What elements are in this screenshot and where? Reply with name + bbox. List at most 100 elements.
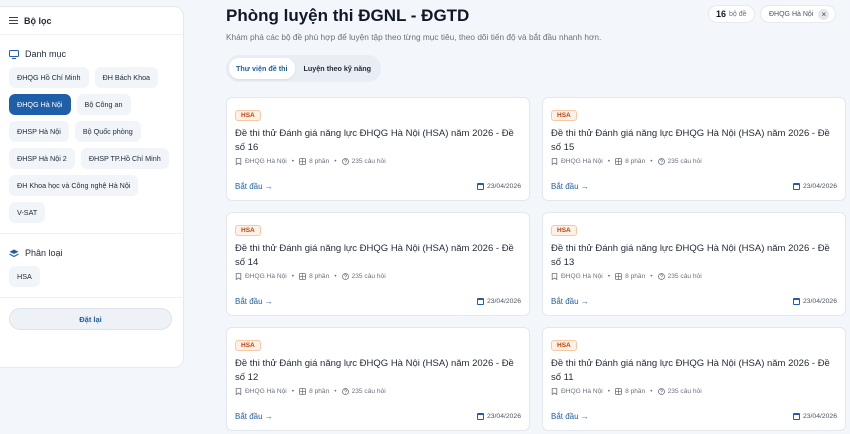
exam-title[interactable]: Đề thi thử Đánh giá năng lực ĐHQG Hà Nội… bbox=[235, 357, 521, 385]
exam-questions: 235 câu hỏi bbox=[351, 158, 386, 165]
exam-card[interactable]: HSA Đề thi thử Đánh giá năng lực ĐHQG Hà … bbox=[542, 327, 846, 431]
exam-card[interactable]: HSA Đề thi thử Đánh giá năng lực ĐHQG Hà … bbox=[542, 212, 846, 316]
calendar-icon bbox=[476, 298, 484, 305]
grid-icon bbox=[615, 273, 622, 280]
classify-chip[interactable]: HSA bbox=[9, 266, 40, 287]
exam-date-value: 23/04/2026 bbox=[802, 183, 837, 190]
category-chip[interactable]: ĐHSP Hà Nội bbox=[9, 121, 69, 142]
card-footer: Bắt đầu → 23/04/2026 bbox=[235, 182, 521, 191]
meta-separator: • bbox=[291, 273, 295, 280]
bookmark-icon bbox=[235, 273, 242, 280]
category-chip[interactable]: V-SAT bbox=[9, 202, 46, 223]
classify-section-title: Phân loại bbox=[9, 248, 172, 258]
exam-date-value: 23/04/2026 bbox=[802, 413, 837, 420]
category-tag: HSA bbox=[235, 225, 261, 236]
start-link[interactable]: Bắt đầu → bbox=[235, 297, 273, 306]
card-footer: Bắt đầu → 23/04/2026 bbox=[551, 412, 837, 421]
bookmark-icon bbox=[235, 388, 242, 395]
exam-parts: 8 phần bbox=[309, 273, 330, 280]
category-tag: HSA bbox=[235, 340, 261, 351]
result-count-value: 16 bbox=[716, 9, 727, 19]
exam-org: ĐHQG Hà Nội bbox=[245, 158, 287, 165]
category-chip[interactable]: ĐH Khoa học và Công nghệ Hà Nội bbox=[9, 175, 139, 196]
page-title: Phòng luyện thi ĐGNL - ĐGTD bbox=[226, 6, 470, 25]
card-footer: Bắt đầu → 23/04/2026 bbox=[235, 297, 521, 306]
exam-org: ĐHQG Hà Nội bbox=[245, 273, 287, 280]
category-chip[interactable]: ĐHSP TP.Hồ Chí Minh bbox=[80, 148, 169, 169]
reset-button[interactable]: Đặt lại bbox=[9, 308, 172, 330]
calendar-icon bbox=[792, 298, 800, 305]
grid-icon bbox=[615, 158, 622, 165]
start-link[interactable]: Bắt đầu → bbox=[235, 182, 273, 191]
help-circle-icon bbox=[341, 273, 349, 280]
view-tabs: Thư viện đề thi Luyện theo kỹ năng bbox=[226, 55, 382, 82]
exam-title[interactable]: Đề thi thử Đánh giá năng lực ĐHQG Hà Nội… bbox=[551, 242, 837, 270]
exam-card[interactable]: HSA Đề thi thử Đánh giá năng lực ĐHQG Hà … bbox=[226, 327, 530, 431]
category-chip[interactable]: Bộ Công an bbox=[76, 94, 131, 115]
page-subtitle: Khám phá các bộ đề phù hợp để luyện tập … bbox=[226, 32, 602, 42]
exam-title[interactable]: Đề thi thử Đánh giá năng lực ĐHQG Hà Nội… bbox=[235, 242, 521, 270]
exam-meta: ĐHQG Hà Nội • 8 phần • 235 câu hỏi bbox=[551, 388, 837, 395]
exam-questions: 235 câu hỏi bbox=[667, 388, 702, 395]
exam-title[interactable]: Đề thi thử Đánh giá năng lực ĐHQG Hà Nội… bbox=[551, 127, 837, 155]
card-footer: Bắt đầu → 23/04/2026 bbox=[235, 412, 521, 421]
divider bbox=[0, 233, 183, 234]
meta-separator: • bbox=[607, 388, 611, 395]
start-link[interactable]: Bắt đầu → bbox=[551, 412, 589, 421]
meta-separator: • bbox=[607, 273, 611, 280]
category-chip[interactable]: Bộ Quốc phòng bbox=[74, 121, 141, 142]
category-chip[interactable]: ĐHQG Hồ Chí Minh bbox=[9, 67, 89, 88]
classify-chip-list: HSA bbox=[9, 266, 172, 287]
tab-library[interactable]: Thư viện đề thi bbox=[229, 58, 295, 79]
exam-parts: 8 phần bbox=[625, 388, 646, 395]
active-filter-label: ĐHQG Hà Nội bbox=[769, 10, 814, 18]
grid-icon bbox=[299, 158, 306, 165]
exam-card[interactable]: HSA Đề thi thử Đánh giá năng lực ĐHQG Hà … bbox=[226, 97, 530, 201]
classify-label: Phân loại bbox=[25, 248, 63, 258]
divider bbox=[0, 297, 183, 298]
active-filter-chip: ĐHQG Hà Nội × bbox=[760, 5, 837, 23]
calendar-icon bbox=[476, 413, 484, 420]
menu-icon bbox=[9, 17, 18, 24]
bookmark-icon bbox=[551, 273, 558, 280]
grid-icon bbox=[615, 388, 622, 395]
meta-separator: • bbox=[334, 273, 337, 280]
exam-parts: 8 phần bbox=[309, 388, 330, 395]
exam-card[interactable]: HSA Đề thi thử Đánh giá năng lực ĐHQG Hà … bbox=[226, 212, 530, 316]
result-count-unit: bộ đề bbox=[729, 10, 747, 18]
calendar-icon bbox=[792, 183, 800, 190]
exam-title[interactable]: Đề thi thử Đánh giá năng lực ĐHQG Hà Nội… bbox=[551, 357, 837, 385]
category-chip[interactable]: ĐH Bách Khoa bbox=[94, 67, 159, 88]
category-tag: HSA bbox=[551, 110, 577, 121]
category-chip[interactable]: ĐHQG Hà Nội bbox=[9, 94, 71, 115]
start-link[interactable]: Bắt đầu → bbox=[551, 297, 589, 306]
exam-card-grid: HSA Đề thi thử Đánh giá năng lực ĐHQG Hà … bbox=[226, 97, 846, 431]
exam-meta: ĐHQG Hà Nội • 8 phần • 235 câu hỏi bbox=[551, 273, 837, 280]
exam-card[interactable]: HSA Đề thi thử Đánh giá năng lực ĐHQG Hà … bbox=[542, 97, 846, 201]
category-chip[interactable]: ĐHSP Hà Nội 2 bbox=[9, 148, 75, 169]
exam-org: ĐHQG Hà Nội bbox=[561, 388, 603, 395]
close-icon[interactable]: × bbox=[818, 8, 830, 20]
meta-separator: • bbox=[334, 158, 337, 165]
exam-org: ĐHQG Hà Nội bbox=[245, 388, 287, 395]
exam-meta: ĐHQG Hà Nội • 8 phần • 235 câu hỏi bbox=[235, 388, 521, 395]
help-circle-icon bbox=[341, 158, 349, 165]
exam-date-value: 23/04/2026 bbox=[802, 298, 837, 305]
filter-title: Bộ lọc bbox=[24, 15, 52, 26]
start-link[interactable]: Bắt đầu → bbox=[235, 412, 273, 421]
exam-title[interactable]: Đề thi thử Đánh giá năng lực ĐHQG Hà Nội… bbox=[235, 127, 521, 155]
exam-parts: 8 phần bbox=[625, 273, 646, 280]
exam-org: ĐHQG Hà Nội bbox=[561, 158, 603, 165]
exam-meta: ĐHQG Hà Nội • 8 phần • 235 câu hỏi bbox=[235, 158, 521, 165]
exam-meta: ĐHQG Hà Nội • 8 phần • 235 câu hỏi bbox=[551, 158, 837, 165]
category-tag: HSA bbox=[551, 225, 577, 236]
card-footer: Bắt đầu → 23/04/2026 bbox=[551, 297, 837, 306]
start-link[interactable]: Bắt đầu → bbox=[551, 182, 589, 191]
category-chip-list: ĐHQG Hồ Chí Minh ĐH Bách Khoa ĐHQG Hà Nội B… bbox=[9, 67, 172, 223]
meta-separator: • bbox=[650, 388, 653, 395]
category-label: Danh mục bbox=[25, 49, 67, 59]
tab-skills[interactable]: Luyện theo kỹ năng bbox=[297, 58, 379, 79]
category-tag: HSA bbox=[551, 340, 577, 351]
exam-parts: 8 phần bbox=[309, 158, 330, 165]
grid-icon bbox=[299, 388, 306, 395]
